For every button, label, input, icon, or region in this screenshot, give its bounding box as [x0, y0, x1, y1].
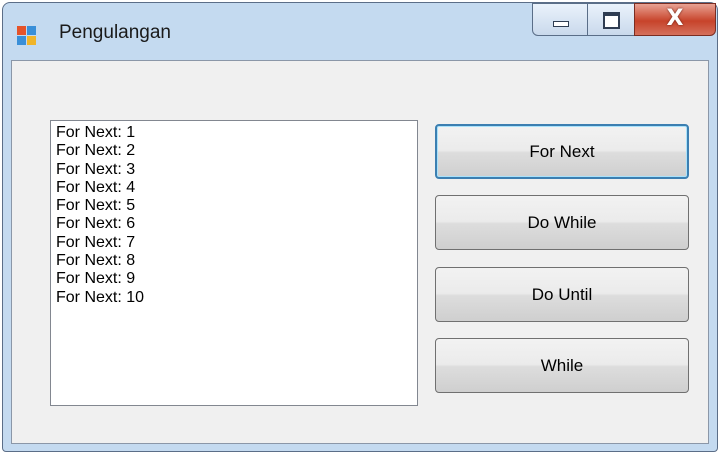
maximize-button[interactable]	[587, 3, 635, 36]
do-until-button[interactable]: Do Until	[435, 267, 689, 322]
close-icon: X	[666, 6, 684, 31]
list-item[interactable]: For Next: 5	[56, 197, 412, 215]
list-item[interactable]: For Next: 9	[56, 270, 412, 288]
list-item[interactable]: For Next: 6	[56, 215, 412, 233]
title-bar[interactable]: Pengulangan X	[3, 3, 717, 59]
minimize-button[interactable]	[532, 3, 588, 36]
list-item[interactable]: For Next: 2	[56, 142, 412, 160]
maximize-icon	[603, 12, 620, 29]
list-item[interactable]: For Next: 8	[56, 252, 412, 270]
while-button[interactable]: While	[435, 338, 689, 393]
form-client-area: For Next: 1 For Next: 2 For Next: 3 For …	[11, 60, 709, 444]
close-button[interactable]: X	[634, 3, 716, 36]
output-listbox[interactable]: For Next: 1 For Next: 2 For Next: 3 For …	[50, 120, 418, 406]
list-item[interactable]: For Next: 4	[56, 179, 412, 197]
app-window: Pengulangan X For Next: 1 For Next: 2 Fo…	[2, 2, 718, 452]
minimize-icon	[553, 21, 569, 27]
list-item[interactable]: For Next: 7	[56, 234, 412, 252]
do-while-button[interactable]: Do While	[435, 195, 689, 250]
for-next-button[interactable]: For Next	[435, 124, 689, 179]
app-form-icon[interactable]	[17, 26, 37, 46]
list-item[interactable]: For Next: 3	[56, 161, 412, 179]
list-item[interactable]: For Next: 1	[56, 124, 412, 142]
list-item[interactable]: For Next: 10	[56, 289, 412, 307]
window-title: Pengulangan	[59, 22, 171, 43]
